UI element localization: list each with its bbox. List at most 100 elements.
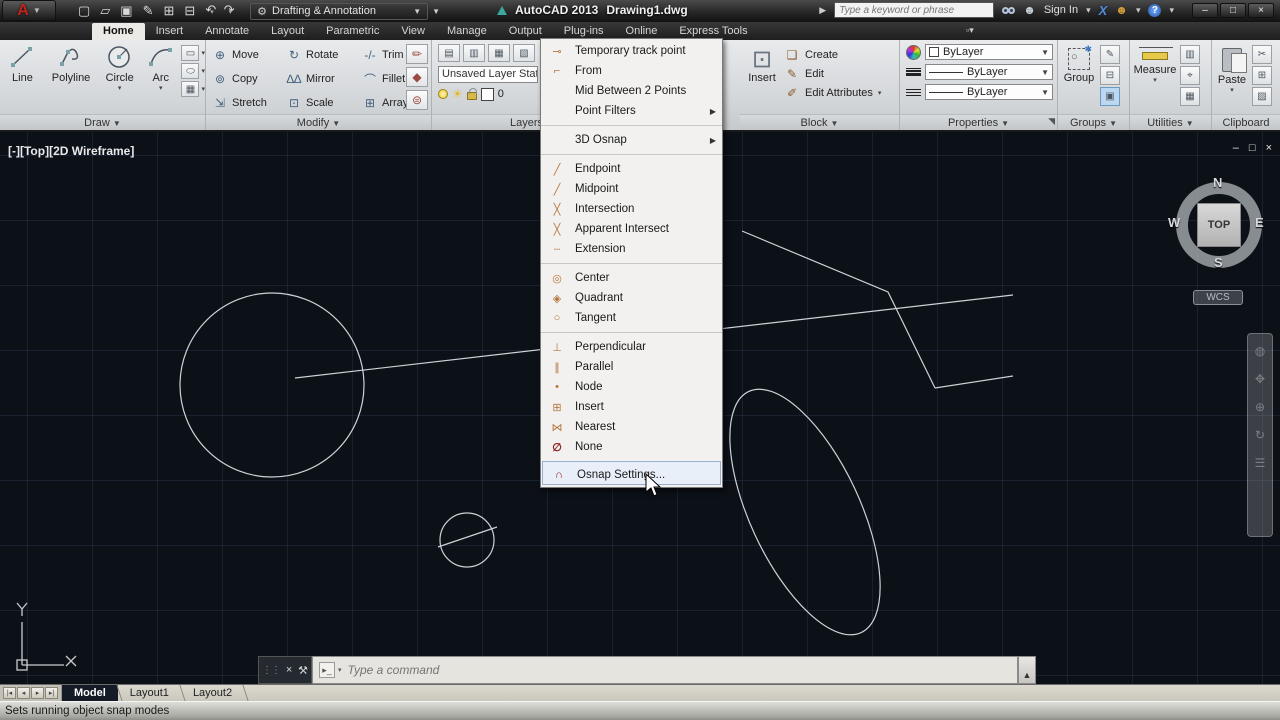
navigation-bar[interactable]: ◍ ✥ ⊕ ↻ ☰ [1247,333,1273,537]
osnap-menu-item[interactable]: ┄ Extension [541,239,722,259]
qat-button[interactable]: ✎ [143,1,154,21]
compass-west[interactable]: W [1168,215,1180,230]
ribbon-options-button[interactable]: ▫▾ [966,25,974,39]
close-button[interactable]: × [1248,3,1274,18]
command-close-icon[interactable]: × [286,664,292,676]
osnap-menu-item[interactable]: Mid Between 2 Points [541,81,722,101]
layout-tab[interactable]: Layout1 [118,685,181,701]
layer-tool-button[interactable]: ▥ [463,44,485,62]
command-input[interactable] [348,663,1011,677]
layout-tab[interactable]: Model [62,685,118,701]
layer-tool-button[interactable]: ▦ [488,44,510,62]
osnap-menu-item[interactable]: ⊥ Perpendicular [541,332,722,357]
insert-block-button[interactable]: ⊡ Insert [740,40,784,100]
layout-tab[interactable]: Layout2 [181,685,244,701]
circle-button[interactable]: Circle ▾ [97,40,142,97]
small-line-entity[interactable] [438,527,497,547]
lineweight-icon[interactable] [906,68,921,76]
utility-tool-button[interactable]: ▥ [1180,45,1200,64]
drag-grip-icon[interactable]: ⋮⋮ [262,665,280,676]
infocenter-toggle-icon[interactable]: ▶ [819,5,826,16]
command-input-area[interactable]: ▸_ ▾ [312,656,1018,684]
properties-panel-label[interactable]: Properties ▼ ◥ [900,114,1057,130]
qat-customize-button[interactable]: ▼ [432,7,440,16]
wcs-menu[interactable]: WCS [1193,290,1243,305]
compass-east[interactable]: E [1255,215,1264,230]
block-row-button[interactable]: ❑ Create [784,48,881,62]
minimize-button[interactable]: – [1192,3,1218,18]
layer-color-swatch[interactable] [481,88,494,101]
ribbon-tab[interactable]: Parametric [315,23,390,40]
osnap-menu-item[interactable]: ⊞ Insert [541,397,722,417]
command-bar-handle[interactable]: ⋮⋮ × ⚒ [258,656,312,684]
compass-south[interactable]: S [1214,255,1223,270]
lineweight-combobox[interactable]: ByLayer ▼ [925,64,1053,80]
utility-tool-button[interactable]: ⌖ [1180,66,1200,85]
osnap-menu-item[interactable]: • Node [541,377,722,397]
command-history-toggle[interactable]: ▲ [1018,656,1036,684]
osnap-menu-item[interactable]: Point Filters ▶ [541,101,722,121]
compass-north[interactable]: N [1213,175,1222,190]
ellipse-entity[interactable] [699,368,911,656]
zoom-icon[interactable]: ⊕ [1255,400,1265,414]
arc-button[interactable]: Arc ▾ [142,40,179,97]
help-icon[interactable]: ? [1148,4,1161,17]
linetype-combobox[interactable]: ByLayer ▼ [925,84,1053,100]
modify-side-button[interactable]: ✏ [406,44,428,64]
viewcube[interactable]: N E S W TOP [1173,179,1265,271]
block-panel-label[interactable]: Block ▼ [740,114,899,130]
group-tool-button[interactable]: ✎ [1100,45,1120,64]
rectangle-button[interactable]: ▭ [181,45,199,61]
chevron-down-icon[interactable]: ▾ [1169,5,1174,16]
communication-center-icon[interactable]: ☻ [1115,3,1128,17]
modify-button[interactable]: ⊕ Move [212,43,286,67]
panel-expander-icon[interactable]: ◥ [1048,113,1055,129]
utilities-panel-label[interactable]: Utilities ▼ [1130,114,1211,130]
tab-nav-button[interactable]: ▸| [45,687,58,699]
chevron-down-icon[interactable]: ▾ [1136,5,1141,16]
group-tool-button[interactable]: ▣ [1100,87,1120,106]
block-row-button[interactable]: ✐ Edit Attributes ▾ [784,86,881,100]
osnap-menu-item[interactable]: ╱ Midpoint [541,179,722,199]
utility-tool-button[interactable]: ▦ [1180,87,1200,106]
ribbon-tab[interactable]: View [390,23,436,40]
viewcube-top-face[interactable]: TOP [1197,203,1241,247]
layer-lock-icon[interactable] [467,92,477,100]
small-circle-entity[interactable] [440,513,494,567]
layer-tool-button[interactable]: ▧ [513,44,535,62]
ribbon-tab[interactable]: Layout [260,23,315,40]
color-wheel-icon[interactable] [906,45,921,60]
modify-button[interactable]: ∆∆ Mirror [286,67,362,91]
search-input[interactable] [834,2,994,18]
qat-button[interactable]: ⊞ [164,1,175,21]
qat-button[interactable]: ↷▾ [224,0,232,23]
layer-state-combobox[interactable]: Unsaved Layer State [438,66,538,83]
zigzag-polyline-entity[interactable] [742,231,935,388]
short-line-entity[interactable] [935,376,1013,388]
orbit-icon[interactable]: ↻ [1255,428,1265,442]
modify-side-button[interactable]: ◆ [406,67,428,87]
osnap-menu-item[interactable]: ╳ Intersection [541,199,722,219]
osnap-menu-item[interactable]: ◈ Quadrant [541,288,722,308]
measure-button[interactable]: Measure ▾ [1130,40,1180,106]
hatch-button[interactable]: ▦ [181,81,199,97]
osnap-menu-item[interactable]: ⊸ Temporary track point [541,41,722,61]
modify-button[interactable]: ⊚ Copy [212,67,286,91]
block-row-button[interactable]: ✎ Edit [784,67,881,81]
customize-wrench-icon[interactable]: ⚒ [298,664,308,677]
osnap-menu-item[interactable]: ∅ None [541,437,722,457]
osnap-menu-item[interactable]: ∥ Parallel [541,357,722,377]
object-color-combobox[interactable]: ByLayer ▼ [925,44,1053,60]
osnap-menu-item[interactable]: ╱ Endpoint [541,154,722,179]
modify-button[interactable]: ↻ Rotate [286,43,362,67]
maximize-button[interactable]: □ [1220,3,1246,18]
qat-button[interactable]: ▣ [120,1,132,21]
sign-in-button[interactable]: Sign In [1044,4,1078,16]
ribbon-tab[interactable]: Manage [436,23,498,40]
qat-button[interactable]: ⊟ [184,1,195,21]
ellipse-button[interactable]: ⬭ [181,63,199,79]
pan-icon[interactable]: ✥ [1255,372,1265,386]
layer-on-bulb-icon[interactable] [438,89,448,99]
chevron-down-icon[interactable]: ▾ [1086,5,1091,16]
osnap-menu-item[interactable]: ⋈ Nearest [541,417,722,437]
